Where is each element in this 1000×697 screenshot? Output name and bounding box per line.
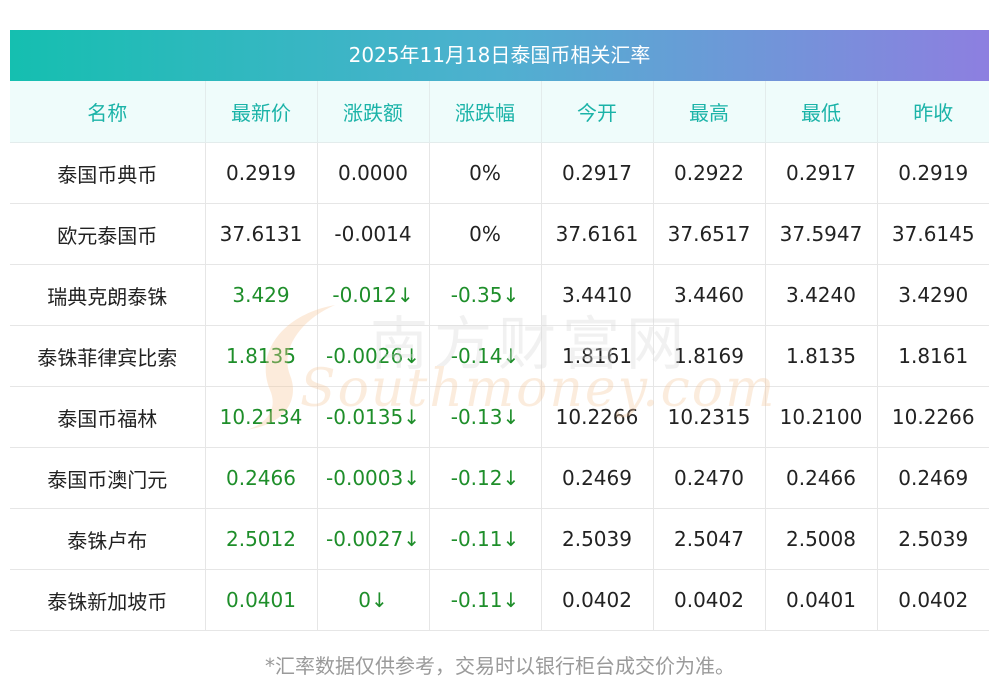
cell-low: 1.8135	[765, 325, 878, 387]
cell-high: 3.4460	[653, 264, 766, 326]
cell-price: 0.2919	[205, 142, 318, 204]
cell-pct: -0.11↓	[429, 569, 542, 631]
cell-prev: 0.0402	[877, 569, 989, 631]
cell-open: 37.6161	[541, 203, 654, 265]
footnote: *汇率数据仅供参考，交易时以银行柜台成交价为准。	[265, 654, 735, 678]
cell-change: -0.012↓	[317, 264, 430, 326]
cell-name: 泰铢新加坡币	[10, 569, 206, 631]
cell-prev: 37.6145	[877, 203, 989, 265]
header-change: 涨跌额	[317, 81, 430, 143]
rate-table: 名称 最新价 涨跌额 涨跌幅 今开 最高 最低 昨收 泰国币典币 0.2919 0.…	[10, 81, 989, 631]
cell-change: -0.0026↓	[317, 325, 430, 387]
header-pct: 涨跌幅	[429, 81, 542, 143]
table-row: 欧元泰国币 37.6131 -0.0014 0% 37.6161 37.6517 37.59…	[10, 203, 989, 265]
table-row: 泰铢卢布 2.5012 -0.0027↓ -0.11↓ 2.5039 2.5047 2.50…	[10, 508, 989, 570]
header-open: 今开	[541, 81, 654, 143]
cell-change: 0↓	[317, 569, 430, 631]
cell-high: 10.2315	[653, 386, 766, 448]
cell-prev: 0.2469	[877, 447, 989, 509]
cell-name: 瑞典克朗泰铢	[10, 264, 206, 326]
cell-pct: -0.13↓	[429, 386, 542, 448]
cell-pct: 0%	[429, 203, 542, 265]
cell-low: 0.2466	[765, 447, 878, 509]
cell-name: 泰国币福林	[10, 386, 206, 448]
cell-name: 欧元泰国币	[10, 203, 206, 265]
cell-low: 10.2100	[765, 386, 878, 448]
cell-change: -0.0135↓	[317, 386, 430, 448]
header-name: 名称	[10, 81, 206, 143]
cell-low: 2.5008	[765, 508, 878, 570]
cell-high: 37.6517	[653, 203, 766, 265]
cell-open: 0.0402	[541, 569, 654, 631]
cell-high: 2.5047	[653, 508, 766, 570]
cell-low: 0.2917	[765, 142, 878, 204]
cell-pct: -0.12↓	[429, 447, 542, 509]
table-row: 泰国币典币 0.2919 0.0000 0% 0.2917 0.2922 0.2917 0.2…	[10, 142, 989, 204]
cell-pct: -0.11↓	[429, 508, 542, 570]
cell-open: 2.5039	[541, 508, 654, 570]
cell-name: 泰国币澳门元	[10, 447, 206, 509]
cell-price: 0.2466	[205, 447, 318, 509]
cell-pct: 0%	[429, 142, 542, 204]
cell-high: 1.8169	[653, 325, 766, 387]
cell-price: 1.8135	[205, 325, 318, 387]
table-row: 泰铢菲律宾比索 1.8135 -0.0026↓ -0.14↓ 1.8161 1.8169 1…	[10, 325, 989, 387]
cell-name: 泰国币典币	[10, 142, 206, 204]
cell-open: 1.8161	[541, 325, 654, 387]
cell-open: 3.4410	[541, 264, 654, 326]
header-prev: 昨收	[877, 81, 989, 143]
cell-price: 2.5012	[205, 508, 318, 570]
header-high: 最高	[653, 81, 766, 143]
cell-open: 0.2917	[541, 142, 654, 204]
cell-prev: 1.8161	[877, 325, 989, 387]
cell-open: 0.2469	[541, 447, 654, 509]
cell-price: 37.6131	[205, 203, 318, 265]
header-low: 最低	[765, 81, 878, 143]
header-row: 名称 最新价 涨跌额 涨跌幅 今开 最高 最低 昨收	[10, 81, 989, 143]
cell-prev: 10.2266	[877, 386, 989, 448]
cell-prev: 3.4290	[877, 264, 989, 326]
cell-change: -0.0003↓	[317, 447, 430, 509]
cell-change: -0.0014	[317, 203, 430, 265]
cell-name: 泰铢菲律宾比索	[10, 325, 206, 387]
table-row: 泰国币澳门元 0.2466 -0.0003↓ -0.12↓ 0.2469 0.2470 0.…	[10, 447, 989, 509]
header-price: 最新价	[205, 81, 318, 143]
cell-change: 0.0000	[317, 142, 430, 204]
cell-price: 10.2134	[205, 386, 318, 448]
cell-low: 0.0401	[765, 569, 878, 631]
cell-low: 3.4240	[765, 264, 878, 326]
table-row: 泰国币福林 10.2134 -0.0135↓ -0.13↓ 10.2266 10.2315…	[10, 386, 989, 448]
cell-name: 泰铢卢布	[10, 508, 206, 570]
cell-high: 0.0402	[653, 569, 766, 631]
cell-prev: 2.5039	[877, 508, 989, 570]
cell-change: -0.0027↓	[317, 508, 430, 570]
cell-price: 3.429	[205, 264, 318, 326]
rate-table-container: 2025年11月18日泰国币相关汇率 名称 最新价 涨跌额 涨跌幅 今开 最高 …	[10, 30, 989, 631]
table-title: 2025年11月18日泰国币相关汇率	[10, 30, 989, 81]
cell-pct: -0.14↓	[429, 325, 542, 387]
cell-open: 10.2266	[541, 386, 654, 448]
cell-pct: -0.35↓	[429, 264, 542, 326]
table-row: 泰铢新加坡币 0.0401 0↓ -0.11↓ 0.0402 0.0402 0.0401 0.…	[10, 569, 989, 631]
cell-prev: 0.2919	[877, 142, 989, 204]
cell-low: 37.5947	[765, 203, 878, 265]
cell-price: 0.0401	[205, 569, 318, 631]
table-row: 瑞典克朗泰铢 3.429 -0.012↓ -0.35↓ 3.4410 3.4460 3.42…	[10, 264, 989, 326]
cell-high: 0.2470	[653, 447, 766, 509]
cell-high: 0.2922	[653, 142, 766, 204]
